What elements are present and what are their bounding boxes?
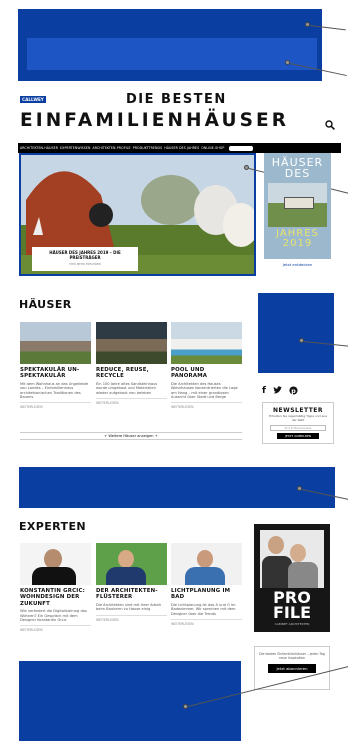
expert-card[interactable]: DER ARCHITEKTEN-FLÜSTERER Die Architekte… [96,543,167,622]
house-card-more[interactable]: WEITERLESEN [96,398,167,405]
newsletter-title: NEWSLETTER [272,407,324,414]
nav-item[interactable]: ONLINE-SHOP [201,146,224,150]
more-houses-link[interactable]: + Weitere Häuser anzeigen + [20,432,242,440]
house-card-title[interactable]: SPEKTAKULÄR UN-SPEKTAKULÄR [20,367,91,380]
expert-card-text: Die Architekten sind mit ihrer Arbeit be… [96,602,161,612]
book-cta-link[interactable]: Jetzt entdecken [264,262,331,267]
nav-item[interactable]: ARCHITEKTEN-PROFILE [92,146,130,150]
subscribe-button[interactable]: Jetzt abonnieren [268,664,316,673]
book-photo [268,183,327,227]
profile-sub-text: CABINET ARCHITEKTEN [274,622,310,626]
house-card[interactable]: REDUCE, REUSE, RECYCLE Ein 100 Jahre alt… [96,322,167,405]
expert-card-title[interactable]: DER ARCHITEKTEN-FLÜSTERER [96,588,167,601]
profile-photo [260,530,324,588]
expert-card-text: Wie verändert die Digitalisierung das Wo… [20,609,87,623]
expert-portrait [20,543,91,585]
main-nav: ARCHITEKTEN-HÄUSER EXPERTENWISSEN ARCHIT… [18,143,341,153]
nav-item[interactable]: ARCHITEKTEN-HÄUSER [20,146,58,150]
newsletter-submit-button[interactable]: JETZT ANMELDEN [277,432,319,439]
house-card-title[interactable]: POOL UND PANORAMA [171,367,242,380]
house-thumb [96,322,167,364]
house-card-text: Ein 100 Jahre altes Sandsteinhaus wurde … [96,381,158,395]
search-icon[interactable] [325,115,335,130]
pinterest-icon[interactable]: p [289,386,298,398]
house-card-text: Die Architekten des Hauses Wohnhauses ko… [171,381,238,400]
book-line2: DES [284,167,311,180]
subscribe-box: Die besten Einfamilienhäuser – jeden Tag… [254,646,330,690]
logo[interactable]: CALLWEY [20,96,46,103]
expert-portrait [96,543,167,585]
nav-item[interactable]: HÄUSER DES JAHRES [164,146,199,150]
facebook-icon[interactable]: f [262,386,266,398]
expert-card-more[interactable]: WEITERLESEN [96,614,167,622]
expert-card-title[interactable]: KONSTANTIN GRCIC: WOHNDESIGN DER ZUKUNFT [20,588,91,607]
expert-card-title[interactable]: LICHTPLANUNG IM BAD [171,588,242,601]
nav-search-field[interactable] [229,145,254,151]
house-card-text: Mit dem Wohnhaus an das Ungeliebte von L… [20,381,89,400]
mid-ad-banner[interactable] [19,467,335,508]
house-thumb [20,322,91,364]
book-year: 2019 [282,238,313,249]
subscribe-text: Die besten Einfamilienhäuser – jeden Tag… [259,652,325,660]
hero-caption-link[interactable]: HIER MEHR ERFAHREN [32,262,138,266]
newsletter-text: Erhalten Sie regelmäßig Tipps und aus de… [269,414,327,422]
side-ad-banner[interactable] [258,293,334,373]
top-ad-inner-banner[interactable] [27,38,317,70]
newsletter-box: NEWSLETTER Erhalten Sie regelmäßig Tipps… [262,402,334,444]
house-card-more[interactable]: WEITERLESEN [171,402,242,409]
nav-item[interactable]: EXPERTENWISSEN [60,146,90,150]
newsletter-email-input[interactable]: Ihre E-Mail-Adresse [270,424,326,431]
svg-text:p: p [291,388,296,395]
house-card[interactable]: POOL UND PANORAMA Die Architekten des Ha… [171,322,242,409]
houses-heading: HÄUSER [19,298,72,311]
profile-big-text: PRO FILE [272,588,311,622]
hero-caption-title: HÄUSER DES JAHRES 2019 – DIE PREISTRÄGER [49,250,121,260]
expert-card-more[interactable]: WEITERLESEN [171,619,242,626]
expert-card[interactable]: LICHTPLANUNG IM BAD Die Lichtplanung ist… [171,543,242,626]
hero-caption-box[interactable]: HÄUSER DES JAHRES 2019 – DIE PREISTRÄGER… [32,247,138,271]
social-row: f p [262,386,298,398]
site-title-line2: EINFAMILIENHÄUSER [20,110,290,131]
house-thumb [171,322,242,364]
expert-card-text: Die Lichtplanung ist das A und O im Bade… [171,602,236,616]
site-title-line1: DIE BESTEN [126,92,227,107]
twitter-icon[interactable] [273,386,282,398]
house-card[interactable]: SPEKTAKULÄR UN-SPEKTAKULÄR Mit dem Wohnh… [20,322,91,409]
house-card-more[interactable]: WEITERLESEN [20,402,91,409]
expert-portrait [171,543,242,585]
more-houses-label: Weitere Häuser anzeigen [108,434,154,438]
experts-heading: EXPERTEN [19,520,86,533]
expert-card[interactable]: KONSTANTIN GRCIC: WOHNDESIGN DER ZUKUNFT… [20,543,91,632]
expert-card-more[interactable]: WEITERLESEN [20,625,91,632]
house-card-title[interactable]: REDUCE, REUSE, RECYCLE [96,367,167,380]
profile-promo[interactable]: PRO FILE CABINET ARCHITEKTEN [254,524,330,632]
plus-icon: + [153,434,158,438]
book-cover[interactable]: HÄUSER DES JAHRES 2019 [264,153,331,259]
nav-item[interactable]: PRODUKTTRENDS [133,146,163,150]
